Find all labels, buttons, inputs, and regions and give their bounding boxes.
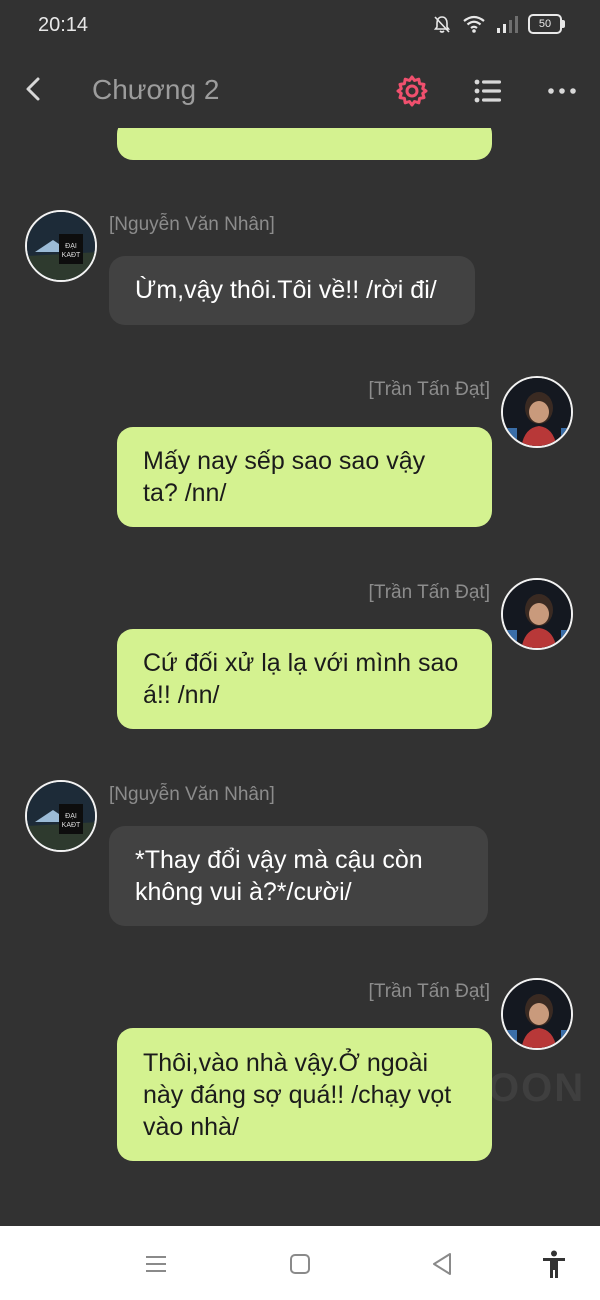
avatar-image: ƉẠI KAĐT (27, 782, 95, 850)
back-button[interactable] (14, 70, 54, 110)
sender-name: [Trần Tấn Đạt] (368, 981, 490, 1002)
chat-area[interactable]: đâu/ ƉẠI KAĐT [Nguyễn Văn Nhân] Ừm,vậy t… (0, 128, 600, 1226)
watermark: OON (488, 1066, 586, 1110)
svg-text:ƉẠI: ƉẠI (65, 243, 77, 250)
nav-back-button[interactable] (426, 1248, 458, 1280)
signal-icon (497, 16, 518, 33)
status-time: 20:14 (38, 14, 89, 36)
sender-name: [Nguyễn Văn Nhân] (109, 214, 275, 235)
wifi-icon (463, 15, 485, 33)
svg-text:ƉẠI: ƉẠI (65, 813, 77, 820)
chevron-left-icon (26, 77, 40, 101)
message-bubble: Ừm,vậy thôi.Tôi về!! /rời đi/ (109, 256, 475, 325)
message-bubble: *Thay đổi vậy mà cậu còn không vui à?*/c… (109, 826, 488, 926)
gear-icon (396, 75, 428, 107)
avatar-image (503, 580, 571, 648)
menu-icon (146, 1256, 166, 1272)
message-text: *Thay đổi vậy mà cậu còn không vui à?*/c… (135, 846, 423, 906)
message-text: Ừm,vậy thôi.Tôi về!! /rời đi/ (135, 276, 437, 304)
sender-name: [Nguyễn Văn Nhân] (109, 784, 275, 805)
list-icon (474, 79, 501, 103)
nav-accessibility-button[interactable] (538, 1248, 570, 1280)
accessibility-icon (543, 1250, 565, 1278)
avatar-image (503, 378, 571, 446)
battery-icon: 50 (528, 14, 565, 34)
avatar[interactable] (501, 578, 573, 650)
square-icon (290, 1254, 310, 1274)
status-bar: 20:14 50 (0, 0, 600, 52)
sender-name: [Trần Tấn Đạt] (368, 379, 490, 400)
message-text: Mấy nay sếp sao sao vậy ta? /nn/ (143, 447, 426, 507)
message-text: Thôi,vào nhà vậy.Ở ngoài này đáng sợ quá… (143, 1049, 452, 1141)
avatar[interactable]: ƉẠI KAĐT (25, 210, 97, 282)
chapter-list-button[interactable] (468, 72, 506, 110)
avatar[interactable] (501, 376, 573, 448)
sender-name: [Trần Tấn Đạt] (368, 582, 490, 603)
triangle-back-icon (433, 1253, 451, 1275)
svg-text:KAĐT: KAĐT (62, 252, 81, 259)
message-bubble: Mấy nay sếp sao sao vậy ta? /nn/ (117, 427, 492, 527)
message-bubble: Thôi,vào nhà vậy.Ở ngoài này đáng sợ quá… (117, 1028, 492, 1161)
nav-home-button[interactable] (284, 1248, 316, 1280)
svg-text:KAĐT: KAĐT (62, 822, 81, 829)
reader-toolbar: Chương 2 (0, 52, 600, 128)
nav-menu-button[interactable] (140, 1248, 172, 1280)
system-nav-bar (0, 1226, 600, 1300)
page-title: Chương 2 (92, 74, 220, 105)
status-icons: 50 (432, 14, 565, 34)
settings-button[interactable] (393, 72, 431, 110)
mute-bell-icon (433, 16, 451, 33)
avatar[interactable]: ƉẠI KAĐT (25, 780, 97, 852)
message-bubble: đâu/ (117, 128, 492, 160)
avatar-image: ƉẠI KAĐT (27, 212, 95, 280)
message-bubble: Cứ đối xử lạ lạ với mình sao á!! /nn/ (117, 629, 492, 729)
more-button[interactable] (543, 72, 581, 110)
message-text: đâu/ (143, 128, 192, 136)
avatar-image (503, 980, 571, 1048)
more-icon (548, 88, 576, 94)
message-text: Cứ đối xử lạ lạ với mình sao á!! /nn/ (143, 649, 459, 709)
avatar[interactable] (501, 978, 573, 1050)
